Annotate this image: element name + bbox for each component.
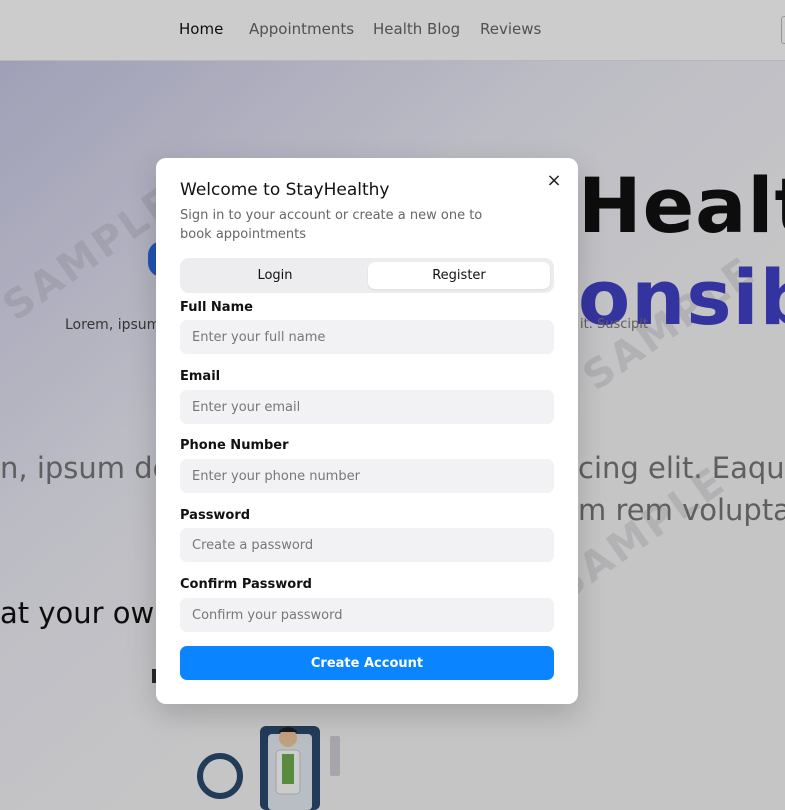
confirm-password-label: Confirm Password xyxy=(180,577,312,592)
confirm-password-input[interactable] xyxy=(180,598,554,632)
email-input[interactable] xyxy=(180,390,554,424)
full-name-label: Full Name xyxy=(180,300,253,315)
phone-number-input[interactable] xyxy=(180,459,554,493)
auth-tabs: Login Register xyxy=(180,258,554,293)
modal-description: Sign in to your account or create a new … xyxy=(180,208,483,242)
password-label: Password xyxy=(180,508,251,523)
phone-number-label: Phone Number xyxy=(180,438,289,453)
email-label: Email xyxy=(180,369,221,384)
tab-register[interactable]: Register xyxy=(368,262,550,289)
modal-title: Welcome to StayHealthy xyxy=(180,180,390,200)
password-input[interactable] xyxy=(180,528,554,562)
tab-login[interactable]: Login xyxy=(184,262,366,289)
full-name-input[interactable] xyxy=(180,320,554,354)
create-account-button[interactable]: Create Account xyxy=(180,646,554,680)
auth-modal: × Welcome to StayHealthy Sign in to your… xyxy=(156,158,578,704)
close-icon[interactable]: × xyxy=(545,172,563,190)
